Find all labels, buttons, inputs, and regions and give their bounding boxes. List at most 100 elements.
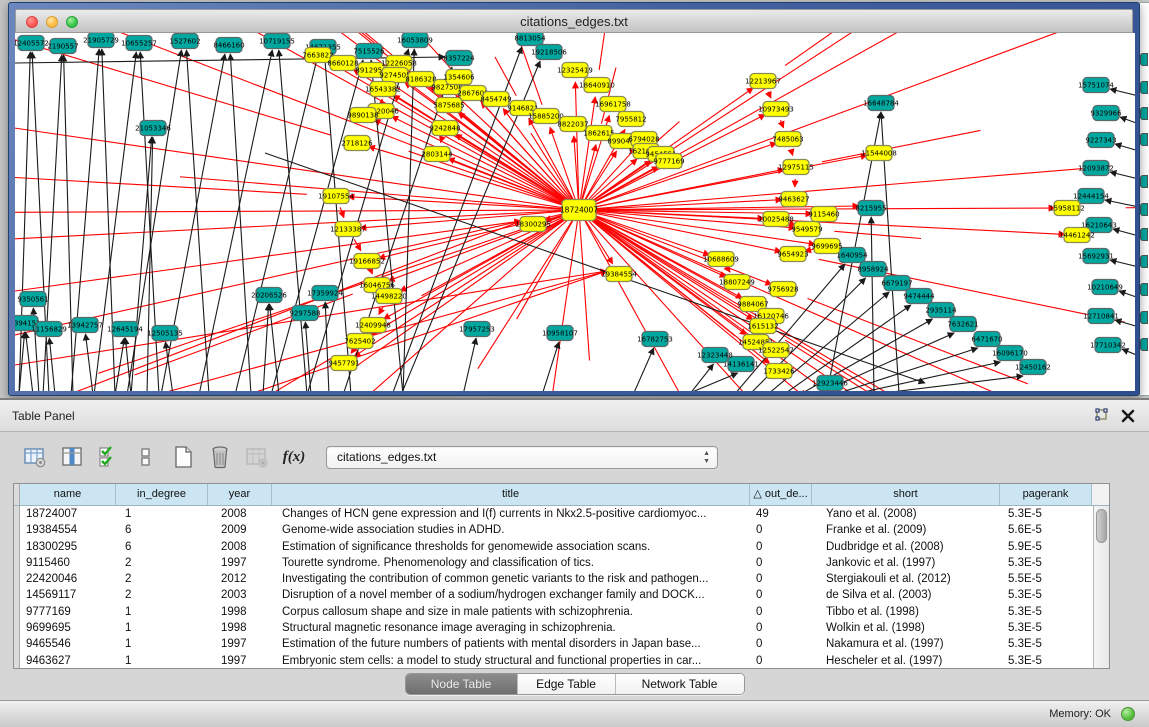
table-row[interactable]: 946362711997Embryonic stem cells: a mode… [14,653,1093,668]
scrollbar-thumb[interactable] [1096,509,1107,543]
table-cell[interactable]: 0 [750,587,812,603]
table-cell[interactable]: 22420046 [20,571,116,587]
row-height-icon[interactable] [133,444,159,470]
table-cell[interactable]: 0 [750,604,812,620]
column-header-in_degree[interactable]: in_degree [116,484,208,505]
table-row[interactable]: 1938455462009Genome-wide association stu… [14,522,1093,538]
table-cell[interactable]: 18300295 [20,539,116,555]
table-cell[interactable]: 9699695 [20,620,116,636]
table-cell[interactable]: 5.3E-5 [1000,506,1092,522]
table-cell[interactable]: 9465546 [20,636,116,652]
table-cell[interactable]: Tourette syndrome. Phenomenology and cla… [272,555,750,571]
table-cell[interactable]: 5.3E-5 [1000,636,1092,652]
delete-trash-icon[interactable] [207,444,233,470]
table-cell[interactable]: 0 [750,522,812,538]
table-cell[interactable]: Wolkin et al. (1998) [812,620,1000,636]
table-cell[interactable]: Genome-wide association studies in ADHD. [272,522,750,538]
table-mode-icon[interactable] [22,444,48,470]
table-cell[interactable]: 6 [116,539,208,555]
table-cell[interactable]: 0 [750,653,812,668]
delete-table-disabled-icon[interactable] [244,444,270,470]
table-cell[interactable]: 49 [750,506,812,522]
table-cell[interactable]: 1 [116,604,208,620]
tab-node-table[interactable]: Node Table [406,674,518,694]
float-window-icon[interactable] [1093,408,1109,429]
table-row[interactable]: 1456911722003Disruption of a novel membe… [14,587,1093,603]
table-cell[interactable]: 1 [116,620,208,636]
table-row[interactable]: 969969511998Structural magnetic resonanc… [14,620,1093,636]
table-cell[interactable]: Changes of HCN gene expression and I(f) … [272,506,750,522]
table-cell[interactable]: Franke et al. (2009) [812,522,1000,538]
tab-network-table[interactable]: Network Table [616,674,744,694]
table-cell[interactable]: Structural magnetic resonance image aver… [272,620,750,636]
table-cell[interactable]: 2 [116,587,208,603]
network-window[interactable]: citations_edges.txt 12405572219055721905… [8,2,1140,396]
table-cell[interactable]: 1997 [208,653,272,668]
table-cell[interactable]: 0 [750,620,812,636]
table-cell[interactable]: Investigating the contribution of common… [272,571,750,587]
table-cell[interactable]: 2 [116,571,208,587]
table-cell[interactable]: 0 [750,636,812,652]
table-cell[interactable]: Estimation of significance thresholds fo… [272,539,750,555]
column-header-name[interactable]: name [20,484,116,505]
network-window-titlebar[interactable]: citations_edges.txt [15,9,1133,33]
column-header-title[interactable]: title [272,484,750,505]
close-panel-icon[interactable] [1121,409,1135,428]
table-cell[interactable]: Hescheler et al. (1997) [812,653,1000,668]
show-columns-icon[interactable] [59,444,85,470]
table-cell[interactable]: 9777169 [20,604,116,620]
table-cell[interactable]: Jankovic et al. (1997) [812,555,1000,571]
table-row[interactable]: 911546021997Tourette syndrome. Phenomeno… [14,555,1093,571]
table-cell[interactable]: 0 [750,555,812,571]
table-cell[interactable]: Tibbo et al. (1998) [812,604,1000,620]
table-cell[interactable]: 2012 [208,571,272,587]
table-cell[interactable]: 5.3E-5 [1000,653,1092,668]
function-builder-icon[interactable]: f(x) [281,444,307,470]
vertical-scrollbar[interactable] [1093,506,1109,668]
table-cell[interactable]: 9115460 [20,555,116,571]
table-cell[interactable]: 9463627 [20,653,116,668]
table-selector-dropdown[interactable]: citations_edges.txt ▲▼ [326,446,718,469]
column-header-pagerank[interactable]: pagerank [1000,484,1092,505]
table-cell[interactable]: 5.3E-5 [1000,555,1092,571]
table-cell[interactable]: Corpus callosum shape and size in male p… [272,604,750,620]
table-cell[interactable]: 2003 [208,587,272,603]
table-cell[interactable]: 1 [116,653,208,668]
table-cell[interactable]: de Silva et al. (2003) [812,587,1000,603]
table-cell[interactable]: 1997 [208,555,272,571]
network-canvas[interactable]: 1240557221905572190572910655257152760284… [15,33,1135,391]
table-cell[interactable]: 14569117 [20,587,116,603]
table-cell[interactable]: 0 [750,539,812,555]
table-cell[interactable]: 5.3E-5 [1000,620,1092,636]
table-row[interactable]: 2242004622012Investigating the contribut… [14,571,1093,587]
table-cell[interactable]: 1 [116,506,208,522]
table-cell[interactable]: 1 [116,636,208,652]
table-cell[interactable]: 5.6E-5 [1000,522,1092,538]
table-cell[interactable]: Nakamura et al. (1997) [812,636,1000,652]
table-cell[interactable]: 1998 [208,604,272,620]
table-cell[interactable]: 2 [116,555,208,571]
table-cell[interactable]: Yano et al. (2008) [812,506,1000,522]
table-cell[interactable]: 1997 [208,636,272,652]
table-cell[interactable]: 5.5E-5 [1000,571,1092,587]
table-cell[interactable]: Embryonic stem cells: a model to study s… [272,653,750,668]
table-cell[interactable]: 6 [116,522,208,538]
table-cell[interactable]: Estimation of the future numbers of pati… [272,636,750,652]
tab-edge-table[interactable]: Edge Table [518,674,616,694]
table-cell[interactable]: 5.3E-5 [1000,587,1092,603]
column-header-year[interactable]: year [208,484,272,505]
table-row[interactable]: 946554611997Estimation of the future num… [14,636,1093,652]
table-cell[interactable]: 1998 [208,620,272,636]
table-row[interactable]: 1830029562008Estimation of significance … [14,539,1093,555]
table-cell[interactable]: 18724007 [20,506,116,522]
table-cell[interactable]: Dudbridge et al. (2008) [812,539,1000,555]
table-cell[interactable]: 5.3E-5 [1000,604,1092,620]
table-cell[interactable]: 5.9E-5 [1000,539,1092,555]
table-cell[interactable]: 2008 [208,506,272,522]
table-row[interactable]: 977716911998Corpus callosum shape and si… [14,604,1093,620]
table-cell[interactable]: 2009 [208,522,272,538]
table-cell[interactable]: 0 [750,571,812,587]
new-table-icon[interactable] [170,444,196,470]
table-row[interactable]: 1872400712008Changes of HCN gene express… [14,506,1093,522]
column-header-short[interactable]: short [812,484,1000,505]
